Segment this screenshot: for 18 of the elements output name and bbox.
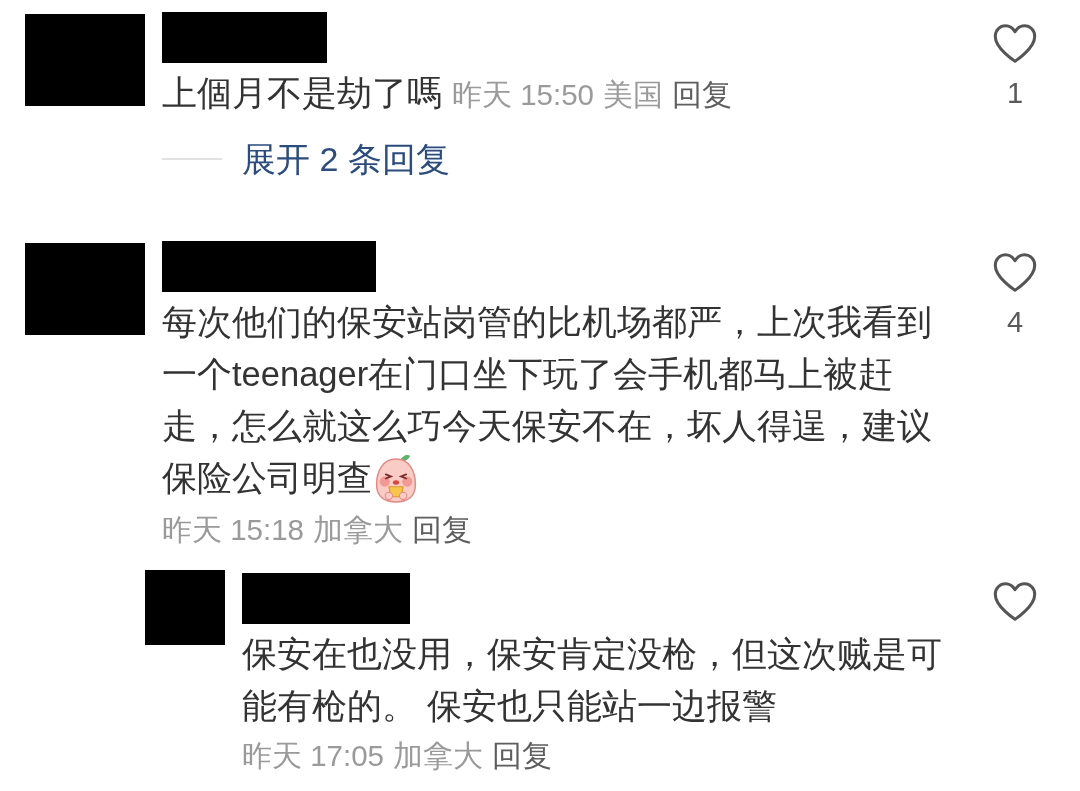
comment-date: 昨天 17:05 <box>242 738 385 772</box>
comment-location: 美国 <box>603 78 664 111</box>
comment-text: 上個月不是劫了嗎 <box>162 74 442 112</box>
expand-replies-link[interactable]: 展开 2 条回复 <box>242 133 450 185</box>
comment-text: 保安在也没用，保安肯定没枪，但这次贼是可能有枪的。 保安也只能站一边报警 <box>242 634 942 725</box>
heart-icon[interactable] <box>993 24 1037 63</box>
comment-location: 加拿大 <box>313 512 404 546</box>
like-count: 1 <box>1006 76 1024 111</box>
reply-link[interactable]: 回复 <box>412 512 473 546</box>
like-count: 4 <box>1006 305 1024 340</box>
comment-date: 昨天 15:50 <box>452 78 595 111</box>
reply-link[interactable]: 回复 <box>492 738 553 772</box>
heart-icon[interactable] <box>993 581 1037 621</box>
comment-location: 加拿大 <box>393 738 484 772</box>
comment-date: 昨天 15:18 <box>162 512 305 546</box>
heart-icon[interactable] <box>993 253 1037 292</box>
comment-text: 每次他们的保安站岗管的比机场都严，上次我看到一个teenager在门口坐下玩了会手机都马上被赶走，怎么就这么巧今天保安不在，坏人得逞，建议保险公司明查 <box>162 303 932 497</box>
reply-link[interactable]: 回复 <box>672 78 733 111</box>
